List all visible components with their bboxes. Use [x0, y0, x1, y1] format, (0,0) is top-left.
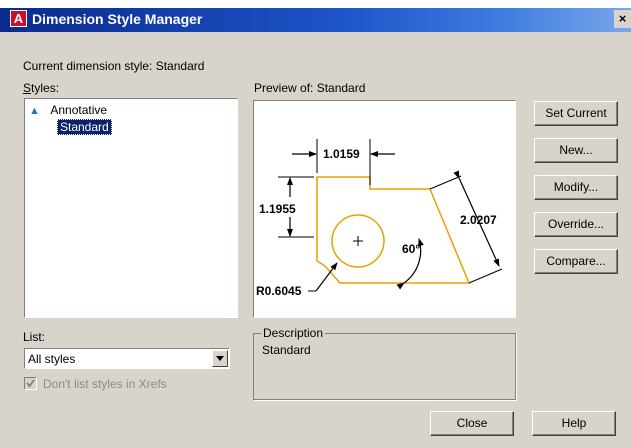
- description-label: Description: [261, 326, 326, 340]
- xrefs-checkbox[interactable]: [24, 377, 37, 390]
- modify-button[interactable]: Modify...: [534, 175, 618, 200]
- dim-vertical-text: 1.1955: [259, 202, 296, 216]
- part-outline: [316, 176, 471, 284]
- list-label: List:: [23, 330, 46, 344]
- list-filter-value: All styles: [28, 352, 76, 366]
- autocad-icon: A: [10, 10, 27, 27]
- list-item-label: Standard: [60, 120, 109, 134]
- checkmark-icon: [26, 379, 35, 388]
- description-text: Standard: [262, 343, 311, 357]
- new-button-label: New...: [559, 143, 593, 157]
- set-current-button[interactable]: Set Current: [534, 101, 618, 126]
- compare-button-label: Compare...: [546, 254, 606, 268]
- close-window-button[interactable]: ×: [614, 10, 631, 28]
- dim-radius-text: R0.6045: [256, 284, 302, 298]
- override-button[interactable]: Override...: [534, 212, 618, 237]
- window-title: Dimension Style Manager: [32, 11, 203, 27]
- help-button[interactable]: Help: [532, 411, 616, 436]
- list-item-standard[interactable]: Standard: [57, 119, 112, 135]
- current-style-label: Current dimension style: Standard: [23, 59, 205, 73]
- modify-button-label: Modify...: [553, 180, 599, 194]
- list-item-label: Annotative: [50, 103, 108, 117]
- dim-horizontal-text: 1.0159: [323, 147, 360, 161]
- new-button[interactable]: New...: [534, 138, 618, 163]
- close-button-label: Close: [456, 416, 488, 430]
- styles-list[interactable]: ▲ Annotative Standard: [24, 98, 238, 318]
- styles-label-text: tyles:: [31, 81, 60, 95]
- dialog-window: A Dimension Style Manager × Current dime…: [0, 0, 631, 448]
- help-button-label: Help: [561, 416, 587, 430]
- styles-label: Styles:: [23, 81, 60, 95]
- annotative-triangle-icon: ▲: [29, 105, 40, 117]
- chevron-down-icon[interactable]: [212, 350, 228, 367]
- compare-button[interactable]: Compare...: [534, 249, 618, 274]
- preview-pane: 1.0159 1.1955 2.0207 60° R0.6045: [253, 100, 516, 318]
- list-item-annotative[interactable]: ▲ Annotative: [29, 103, 107, 117]
- set-current-button-label: Set Current: [545, 106, 607, 120]
- dim-aligned-text: 2.0207: [460, 213, 497, 227]
- dim-angle-text: 60°: [402, 242, 420, 256]
- list-filter-select[interactable]: All styles: [24, 348, 230, 369]
- dimension-preview-drawing: 1.0159 1.1955 2.0207 60° R0.6045: [256, 139, 503, 298]
- close-button[interactable]: Close: [430, 411, 514, 436]
- override-button-label: Override...: [547, 217, 604, 231]
- preview-label: Preview of: Standard: [254, 81, 366, 95]
- xrefs-checkbox-label: Don't list styles in Xrefs: [43, 377, 167, 391]
- top-strip: [0, 0, 631, 8]
